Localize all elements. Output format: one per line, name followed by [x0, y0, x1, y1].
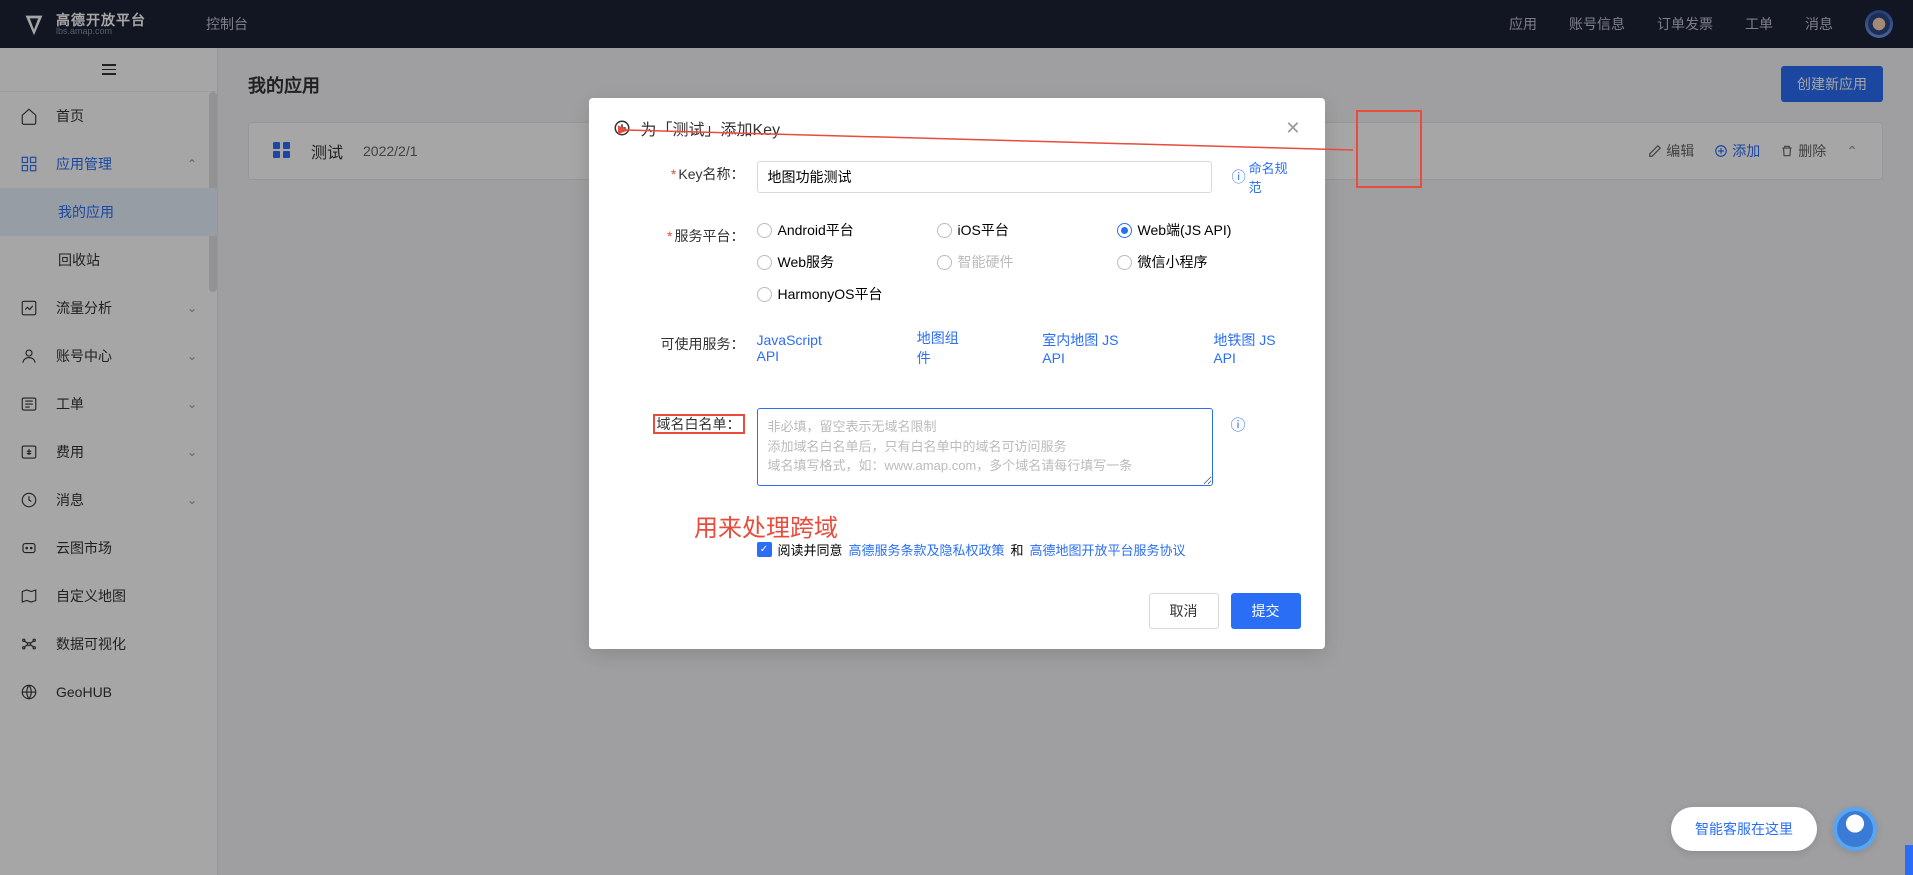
radio-android[interactable]: Android平台: [757, 220, 937, 240]
radio-harmonyos[interactable]: HarmonyOS平台: [757, 284, 937, 304]
service-subway[interactable]: 地铁图 JS API: [1213, 330, 1300, 366]
support-widget: 智能客服在这里: [1671, 807, 1877, 851]
whitelist-label: 域名白名单：: [613, 408, 757, 440]
agreement-row: ✓ 阅读并同意 高德服务条款及隐私权政策 和 高德地图开放平台服务协议: [613, 540, 1301, 559]
support-button[interactable]: 智能客服在这里: [1671, 807, 1817, 851]
service-agreement-link[interactable]: 高德地图开放平台服务协议: [1030, 540, 1186, 559]
radio-web-jsapi[interactable]: Web端(JS API): [1117, 220, 1297, 240]
close-button[interactable]: ✕: [1285, 118, 1300, 139]
page-scrollbar[interactable]: [1905, 845, 1913, 875]
key-name-label: *Key名称：: [613, 158, 757, 190]
platform-label: *服务平台：: [613, 220, 757, 252]
help-icon[interactable]: ⓘ: [1231, 414, 1246, 435]
radio-ios[interactable]: iOS平台: [937, 220, 1117, 240]
agreement-checkbox[interactable]: ✓: [757, 542, 772, 557]
radio-web-service[interactable]: Web服务: [757, 252, 937, 272]
key-name-input[interactable]: [757, 161, 1212, 193]
submit-button[interactable]: 提交: [1231, 593, 1301, 629]
services-label: 可使用服务：: [613, 328, 757, 360]
radio-smart-hardware: 智能硬件: [937, 252, 1117, 272]
cancel-button[interactable]: 取消: [1149, 593, 1219, 629]
service-indoor[interactable]: 室内地图 JS API: [1042, 330, 1143, 366]
naming-convention-link[interactable]: ⓘ命名规范: [1232, 158, 1301, 196]
whitelist-textarea[interactable]: [757, 408, 1213, 486]
add-key-modal: 为「测试」添加Key ✕ *Key名称： ⓘ命名规范 *服务平台： Androi: [589, 98, 1325, 649]
radio-wechat[interactable]: 微信小程序: [1117, 252, 1297, 272]
modal-title: 为「测试」添加Key: [641, 116, 781, 140]
service-jsapi[interactable]: JavaScript API: [757, 332, 847, 364]
support-avatar[interactable]: [1833, 807, 1877, 851]
plus-circle-icon: [613, 119, 631, 137]
terms-link[interactable]: 高德服务条款及隐私权政策: [849, 540, 1005, 559]
modal-overlay: 为「测试」添加Key ✕ *Key名称： ⓘ命名规范 *服务平台： Androi: [0, 0, 1913, 875]
service-map-component[interactable]: 地图组件: [917, 328, 973, 368]
